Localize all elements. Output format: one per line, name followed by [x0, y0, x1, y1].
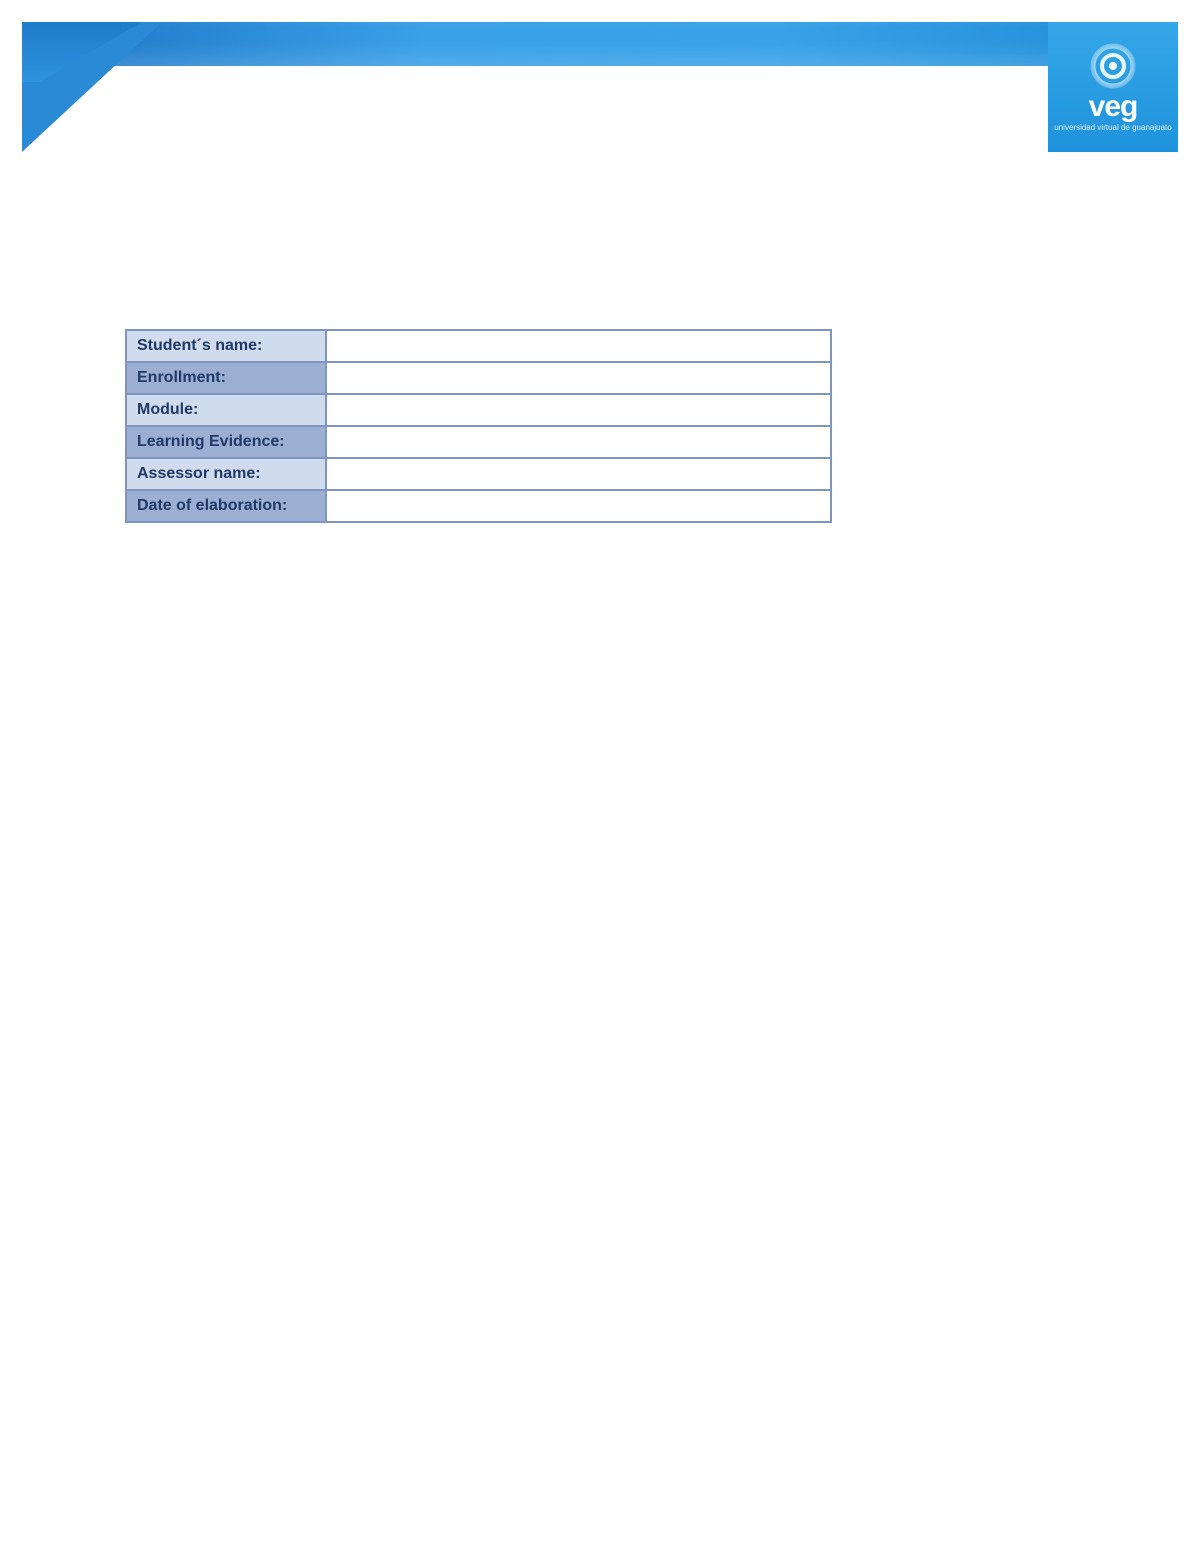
- header-banner: veg universidad virtual de guanajuato: [22, 22, 1178, 152]
- value-learning-evidence[interactable]: [327, 427, 830, 457]
- label-learning-evidence: Learning Evidence:: [127, 427, 327, 457]
- value-student-name[interactable]: [327, 331, 830, 361]
- logo: veg universidad virtual de guanajuato: [1048, 22, 1178, 152]
- label-module: Module:: [127, 395, 327, 425]
- row-student-name: Student´s name:: [127, 331, 830, 363]
- row-assessor-name: Assessor name:: [127, 459, 830, 491]
- logo-subtext: universidad virtual de guanajuato: [1054, 124, 1171, 132]
- header-bar: [22, 22, 1178, 66]
- row-date-elaboration: Date of elaboration:: [127, 491, 830, 521]
- value-assessor-name[interactable]: [327, 459, 830, 489]
- label-date-elaboration: Date of elaboration:: [127, 491, 327, 521]
- row-module: Module:: [127, 395, 830, 427]
- header-white-cut: [162, 66, 1048, 156]
- value-enrollment[interactable]: [327, 363, 830, 393]
- student-info-table: Student´s name: Enrollment: Module: Lear…: [125, 329, 832, 523]
- value-module[interactable]: [327, 395, 830, 425]
- logo-text: veg: [1089, 92, 1138, 122]
- label-assessor-name: Assessor name:: [127, 459, 327, 489]
- label-enrollment: Enrollment:: [127, 363, 327, 393]
- value-date-elaboration[interactable]: [327, 491, 830, 521]
- row-learning-evidence: Learning Evidence:: [127, 427, 830, 459]
- label-student-name: Student´s name:: [127, 331, 327, 361]
- logo-swirl-icon: [1089, 42, 1137, 90]
- row-enrollment: Enrollment:: [127, 363, 830, 395]
